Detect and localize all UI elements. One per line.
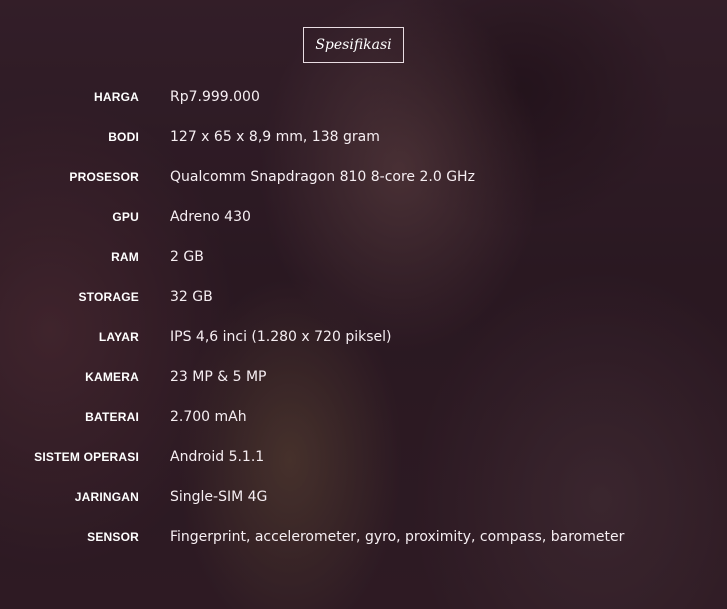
spec-row-gpu: GPU Adreno 430 (0, 207, 727, 247)
spec-row-ram: RAM 2 GB (0, 247, 727, 287)
spec-label: STORAGE (78, 290, 139, 304)
spec-section: Spesifikasi HARGA Rp7.999.000 BODI 127 x… (0, 0, 727, 609)
spec-value: Single-SIM 4G (170, 489, 268, 505)
spec-row-layar: LAYAR IPS 4,6 inci (1.280 x 720 piksel) (0, 327, 727, 367)
spec-list: HARGA Rp7.999.000 BODI 127 x 65 x 8,9 mm… (0, 87, 727, 567)
spec-row-baterai: BATERAI 2.700 mAh (0, 407, 727, 447)
spec-label: RAM (111, 250, 139, 264)
spec-label: KAMERA (85, 370, 139, 384)
spec-value: 23 MP & 5 MP (170, 369, 267, 385)
spec-value: 2 GB (170, 249, 204, 265)
spec-label: LAYAR (98, 330, 139, 344)
spec-row-prosesor: PROSESOR Qualcomm Snapdragon 810 8-core … (0, 167, 727, 207)
spec-row-jaringan: JARINGAN Single-SIM 4G (0, 487, 727, 527)
spec-label: SISTEM OPERASI (34, 450, 139, 464)
spec-value: Qualcomm Snapdragon 810 8-core 2.0 GHz (170, 169, 475, 185)
spec-row-bodi: BODI 127 x 65 x 8,9 mm, 138 gram (0, 127, 727, 167)
spec-value: Adreno 430 (170, 209, 251, 225)
spec-label: BATERAI (85, 410, 139, 424)
section-title: Spesifikasi (303, 27, 404, 63)
spec-label: HARGA (94, 90, 139, 104)
spec-value: Rp7.999.000 (170, 89, 260, 105)
spec-value: 32 GB (170, 289, 213, 305)
spec-value: Android 5.1.1 (170, 449, 265, 465)
spec-row-harga: HARGA Rp7.999.000 (0, 87, 727, 127)
spec-label: SENSOR (87, 530, 139, 544)
spec-label: PROSESOR (69, 170, 139, 184)
spec-label: BODI (108, 130, 139, 144)
spec-value: 127 x 65 x 8,9 mm, 138 gram (170, 129, 380, 145)
spec-row-sistem-operasi: SISTEM OPERASI Android 5.1.1 (0, 447, 727, 487)
spec-value: 2.700 mAh (170, 409, 247, 425)
spec-value: Fingerprint, accelerometer, gyro, proxim… (170, 529, 625, 545)
spec-label: GPU (112, 210, 139, 224)
spec-value: IPS 4,6 inci (1.280 x 720 piksel) (170, 329, 392, 345)
spec-row-sensor: SENSOR Fingerprint, accelerometer, gyro,… (0, 527, 727, 567)
spec-label: JARINGAN (74, 490, 139, 504)
spec-row-kamera: KAMERA 23 MP & 5 MP (0, 367, 727, 407)
spec-row-storage: STORAGE 32 GB (0, 287, 727, 327)
